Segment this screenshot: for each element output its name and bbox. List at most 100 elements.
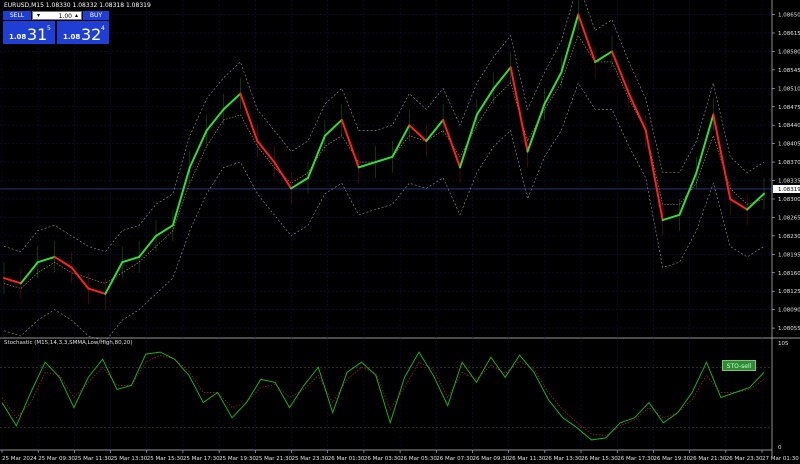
trend-segment xyxy=(290,176,309,190)
y-tick-label: 1.08195 xyxy=(778,252,800,258)
sell-price-big: 31 xyxy=(27,25,48,44)
stoch-level-top: 105 xyxy=(778,341,789,347)
lot-increase-icon[interactable]: ▴ xyxy=(73,12,80,19)
x-tick-label: 25 Mar 2024 xyxy=(2,456,37,462)
trend-segment xyxy=(560,13,580,74)
trend-segment xyxy=(391,124,411,158)
trend-segment xyxy=(36,255,56,264)
y-tick-label: 1.08160 xyxy=(778,271,800,277)
x-tick-label: 25 Mar 09:30 xyxy=(38,456,75,462)
trend-segment xyxy=(425,118,445,143)
x-tick-label: 25 Mar 11:30 xyxy=(74,456,111,462)
buy-price-box[interactable]: 1.08 32 4 xyxy=(57,21,109,44)
chart-grid xyxy=(0,0,800,456)
sell-button[interactable]: SELL xyxy=(3,11,31,20)
x-tick-label: 26 Mar 01:30 xyxy=(328,456,365,462)
lower-envelope xyxy=(3,82,765,342)
x-tick-label: 26 Mar 15:30 xyxy=(581,456,618,462)
trend-segment xyxy=(307,134,326,179)
x-tick-label: 25 Mar 17:30 xyxy=(183,456,220,462)
x-tick-label: 26 Mar 21:30 xyxy=(690,456,727,462)
trend-segment xyxy=(712,113,732,200)
trend-segment xyxy=(611,50,630,95)
trend-segment xyxy=(19,261,39,285)
y-tick-label: 1.08475 xyxy=(778,105,800,111)
symbol-header: EURUSD,M15 1.08330 1.08332 1.08318 1.083… xyxy=(4,2,151,9)
x-tick-label: 25 Mar 19:30 xyxy=(219,456,256,462)
y-tick-label: 1.08615 xyxy=(778,31,800,37)
trend-segment xyxy=(357,161,377,169)
x-tick-label: 26 Mar 17:30 xyxy=(617,456,654,462)
y-tick-label: 1.08370 xyxy=(778,160,800,166)
sto-sell-badge[interactable]: STO-sell xyxy=(722,360,756,371)
y-tick-label: 1.08090 xyxy=(778,308,800,314)
y-tick-label: 1.08440 xyxy=(778,123,800,129)
buy-button[interactable]: BUY xyxy=(83,11,109,20)
trend-segment xyxy=(53,255,73,269)
buy-price-big: 32 xyxy=(81,25,102,44)
x-tick-label: 26 Mar 07:30 xyxy=(436,456,473,462)
trend-segment xyxy=(205,108,225,132)
x-tick-label: 26 Mar 11:30 xyxy=(509,456,546,462)
trend-segment xyxy=(155,224,174,237)
lot-size-input[interactable]: ▾ 1.00 ▴ xyxy=(32,11,82,20)
current-price-label: 1.08319 xyxy=(778,187,800,193)
x-tick-label: 25 Mar 15:30 xyxy=(147,456,184,462)
sell-price-sup: 5 xyxy=(47,25,51,32)
y-tick-label: 1.08230 xyxy=(778,234,800,240)
y-tick-label: 1.08300 xyxy=(778,197,800,203)
trend-segment xyxy=(273,161,293,190)
x-tick-label: 25 Mar 13:30 xyxy=(111,456,148,462)
stochastic-series xyxy=(1,351,765,441)
lot-value: 1.00 xyxy=(58,13,72,20)
chart-canvas: 1.086501.086151.085801.085451.085101.084… xyxy=(0,0,800,462)
stochastic-title: Stochastic (M15,14,3,3,SMMA,Low/High,80,… xyxy=(4,340,133,346)
trend-segment xyxy=(171,166,191,227)
y-tick-label: 1.08580 xyxy=(778,49,800,55)
lot-decrease-icon[interactable]: ▾ xyxy=(35,12,42,19)
time-axis: 25 Mar 2024 25 Mar 09:30 25 Mar 11:30 25 Ma… xyxy=(1,450,799,462)
trend-segment xyxy=(239,92,259,143)
sell-price-box[interactable]: 1.08 31 5 xyxy=(3,21,55,44)
x-tick-label: 26 Mar 13:30 xyxy=(545,456,582,462)
trend-segment xyxy=(543,71,563,106)
y-tick-label: 1.08405 xyxy=(778,142,800,148)
x-tick-label: 25 Mar 23:30 xyxy=(292,456,329,462)
stoch-main-line xyxy=(1,351,765,441)
x-tick-label: 26 Mar 19:30 xyxy=(653,456,690,462)
upper-envelope xyxy=(3,0,765,253)
trend-segment xyxy=(678,171,698,216)
buy-price-small: 1.08 xyxy=(63,33,81,41)
trend-segment xyxy=(3,277,22,285)
x-tick-label: 26 Mar 23:30 xyxy=(726,456,763,462)
x-tick-label: 25 Mar 21:30 xyxy=(255,456,292,462)
y-tick-label: 1.08125 xyxy=(778,289,800,295)
buy-price-sup: 4 xyxy=(101,25,105,32)
trend-segment xyxy=(729,197,749,211)
trend-segment xyxy=(256,140,276,164)
y-tick-label: 1.08055 xyxy=(778,326,800,332)
trend-segment xyxy=(577,13,597,63)
x-tick-label: 26 Mar 03:30 xyxy=(364,456,401,462)
y-tick-label: 1.08650 xyxy=(778,13,800,19)
x-tick-label: 26 Mar 05:30 xyxy=(400,456,437,462)
trend-segment xyxy=(374,155,394,164)
y-tick-label: 1.08510 xyxy=(778,86,800,92)
y-tick-label: 1.08265 xyxy=(778,215,800,221)
stoch-level-bottom: 0 xyxy=(778,445,782,451)
price-axis: 1.08650 1.08615 1.08580 1.08545 1.08510 1.084… xyxy=(772,13,800,451)
trend-segment xyxy=(138,234,157,258)
trend-segment xyxy=(121,255,141,264)
trend-segment xyxy=(323,118,343,137)
one-click-trading-panel: SELL ▾ 1.00 ▴ BUY 1.08 31 5 1.08 32 4 xyxy=(3,11,109,44)
trend-segment xyxy=(459,113,478,169)
sell-price-small: 1.08 xyxy=(9,33,27,41)
x-tick-label: 27 Mar 01:30 xyxy=(762,456,799,462)
x-tick-label: 26 Mar 09:30 xyxy=(472,456,509,462)
trend-segment xyxy=(475,87,495,116)
trend-segment xyxy=(526,103,546,153)
trend-segment xyxy=(746,192,765,211)
trend-segment xyxy=(87,287,107,295)
y-tick-label: 1.08335 xyxy=(778,179,800,185)
y-tick-label: 1.08545 xyxy=(778,68,800,74)
